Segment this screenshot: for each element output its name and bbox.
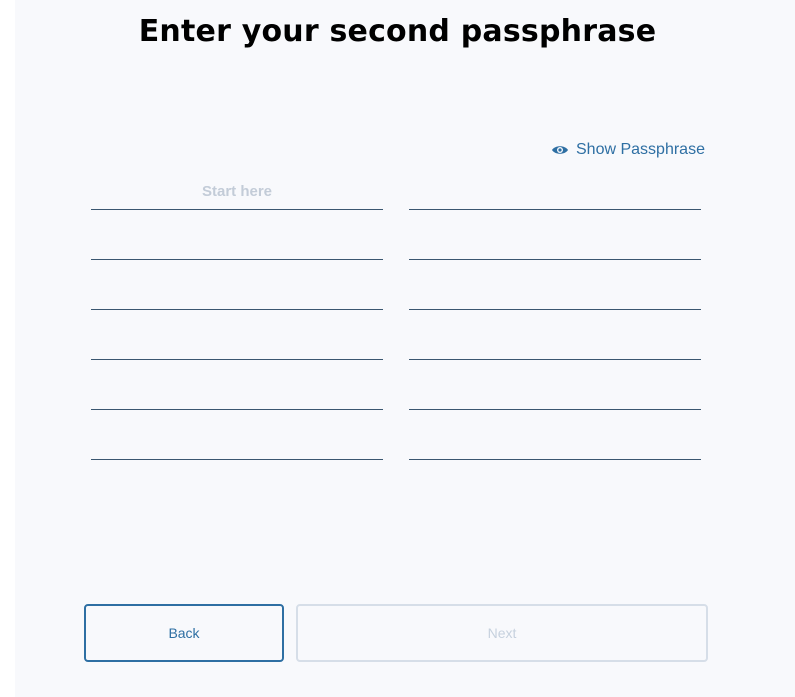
passphrase-word-12[interactable] [409, 424, 701, 460]
passphrase-word-7[interactable] [409, 174, 701, 210]
passphrase-word-4[interactable] [91, 324, 383, 360]
passphrase-word-1[interactable] [91, 174, 383, 210]
passphrase-word-11[interactable] [409, 374, 701, 410]
show-passphrase-label: Show Passphrase [576, 141, 705, 158]
passphrase-word-5[interactable] [91, 374, 383, 410]
next-button[interactable]: Next [296, 604, 708, 662]
back-button[interactable]: Back [84, 604, 284, 662]
eye-icon [551, 144, 569, 156]
show-passphrase-toggle[interactable]: Show Passphrase [551, 141, 705, 159]
passphrase-word-6[interactable] [91, 424, 383, 460]
passphrase-word-9[interactable] [409, 274, 701, 310]
passphrase-word-3[interactable] [91, 274, 383, 310]
passphrase-word-10[interactable] [409, 324, 701, 360]
passphrase-word-8[interactable] [409, 224, 701, 260]
passphrase-word-2[interactable] [91, 224, 383, 260]
back-button-label: Back [168, 625, 200, 641]
next-button-label: Next [487, 625, 517, 641]
page-title: Enter your second passphrase [138, 14, 657, 49]
